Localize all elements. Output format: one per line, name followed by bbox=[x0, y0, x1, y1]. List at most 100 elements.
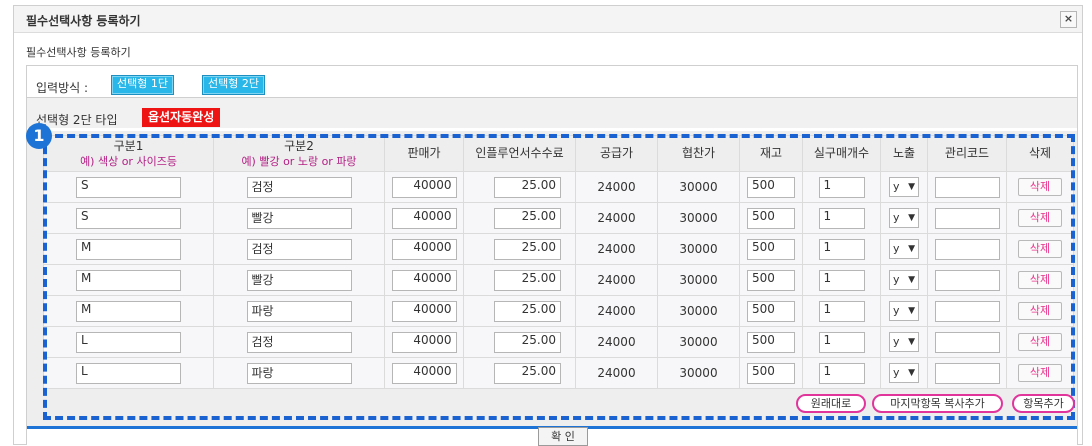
opt1-input[interactable]: M bbox=[76, 269, 181, 291]
price-input[interactable]: 40000 bbox=[391, 362, 457, 384]
cell-price: 40000 bbox=[384, 264, 464, 296]
expose-select[interactable]: y ▼ bbox=[889, 208, 919, 228]
price-input[interactable]: 40000 bbox=[391, 176, 457, 198]
select-type-2-button[interactable]: 선택형 2단 bbox=[202, 75, 265, 95]
stock-input[interactable]: 500 bbox=[747, 331, 795, 353]
delete-button[interactable]: 삭제 bbox=[1018, 271, 1062, 289]
supply-value: 24000 bbox=[575, 295, 658, 327]
cell-expose: y ▼ bbox=[880, 171, 928, 203]
opt2-input[interactable]: 검정 bbox=[246, 331, 352, 353]
min-qty-input[interactable]: 1 bbox=[818, 331, 865, 353]
opt1-input[interactable]: L bbox=[76, 362, 181, 384]
price-input[interactable]: 40000 bbox=[391, 269, 457, 291]
price-input[interactable]: 40000 bbox=[391, 300, 457, 322]
code-input[interactable] bbox=[934, 300, 1000, 322]
cell-delete: 삭제 bbox=[1006, 171, 1074, 203]
sponsor-value: 30000 bbox=[657, 357, 740, 389]
add-item-button[interactable]: 항목추가 bbox=[1012, 394, 1075, 413]
cell-stock: 500 bbox=[739, 264, 803, 296]
cell-price: 40000 bbox=[384, 202, 464, 234]
code-input[interactable] bbox=[934, 362, 1000, 384]
table-row: L 검정 40000 25.00 24000 30000 500 1 y ▼ 삭제 bbox=[43, 326, 1074, 358]
cell-opt1: S bbox=[43, 202, 214, 234]
min-qty-input[interactable]: 1 bbox=[818, 362, 865, 384]
cell-code bbox=[927, 171, 1007, 203]
option-table: 구분1 예) 색상 or 사이즈등 구분2 예) 빨강 or 노랑 or 파랑 판매… bbox=[43, 135, 1074, 389]
page-subtitle: 필수선택사항 등록하기 bbox=[26, 46, 131, 59]
stock-input[interactable]: 500 bbox=[747, 300, 795, 322]
cell-opt1: M bbox=[43, 295, 214, 327]
stock-input[interactable]: 500 bbox=[747, 362, 795, 384]
opt2-input[interactable]: 빨강 bbox=[246, 207, 352, 229]
stock-input[interactable]: 500 bbox=[747, 176, 795, 198]
min-qty-input[interactable]: 1 bbox=[818, 269, 865, 291]
fee-input[interactable]: 25.00 bbox=[494, 362, 561, 384]
code-input[interactable] bbox=[934, 331, 1000, 353]
auto-complete-button[interactable]: 옵션자동완성 bbox=[142, 108, 221, 127]
opt2-input[interactable]: 파랑 bbox=[246, 362, 352, 384]
stock-input[interactable]: 500 bbox=[747, 269, 795, 291]
select-type-1-button[interactable]: 선택형 1단 bbox=[111, 75, 174, 95]
close-icon[interactable]: × bbox=[1060, 11, 1077, 28]
cell-opt2: 빨강 bbox=[213, 264, 385, 296]
expose-select[interactable]: y ▼ bbox=[889, 177, 919, 197]
fee-input[interactable]: 25.00 bbox=[494, 238, 561, 260]
stock-input[interactable]: 500 bbox=[747, 238, 795, 260]
delete-button[interactable]: 삭제 bbox=[1018, 364, 1062, 382]
code-input[interactable] bbox=[934, 269, 1000, 291]
min-qty-input[interactable]: 1 bbox=[818, 207, 865, 229]
code-input[interactable] bbox=[934, 207, 1000, 229]
code-input[interactable] bbox=[934, 176, 1000, 198]
reset-button[interactable]: 원래대로 bbox=[796, 394, 866, 413]
fee-input[interactable]: 25.00 bbox=[494, 207, 561, 229]
sponsor-value: 30000 bbox=[657, 326, 740, 358]
code-input[interactable] bbox=[934, 238, 1000, 260]
supply-value: 24000 bbox=[575, 233, 658, 265]
delete-button[interactable]: 삭제 bbox=[1018, 240, 1062, 258]
fee-input[interactable]: 25.00 bbox=[494, 331, 561, 353]
fee-input[interactable]: 25.00 bbox=[494, 176, 561, 198]
price-input[interactable]: 40000 bbox=[391, 207, 457, 229]
expose-select[interactable]: y ▼ bbox=[889, 301, 919, 321]
opt1-input[interactable]: M bbox=[76, 238, 181, 260]
stock-input[interactable]: 500 bbox=[747, 207, 795, 229]
fee-input[interactable]: 25.00 bbox=[494, 269, 561, 291]
cell-delete: 삭제 bbox=[1006, 295, 1074, 327]
opt1-input[interactable]: S bbox=[76, 207, 181, 229]
delete-button[interactable]: 삭제 bbox=[1018, 333, 1062, 351]
header-delete: 삭제 bbox=[1006, 135, 1074, 172]
cell-opt2: 검정 bbox=[213, 326, 385, 358]
fee-input[interactable]: 25.00 bbox=[494, 300, 561, 322]
min-qty-input[interactable]: 1 bbox=[818, 300, 865, 322]
type-row: 선택형 2단 타입 옵션자동완성 bbox=[27, 98, 1077, 128]
cell-min-qty: 1 bbox=[802, 233, 881, 265]
price-input[interactable]: 40000 bbox=[391, 238, 457, 260]
supply-value: 24000 bbox=[575, 171, 658, 203]
expose-select[interactable]: y ▼ bbox=[889, 270, 919, 290]
opt2-input[interactable]: 검정 bbox=[246, 176, 352, 198]
opt2-input[interactable]: 빨강 bbox=[246, 269, 352, 291]
cell-delete: 삭제 bbox=[1006, 264, 1074, 296]
cell-opt1: M bbox=[43, 264, 214, 296]
price-input[interactable]: 40000 bbox=[391, 331, 457, 353]
expose-select[interactable]: y ▼ bbox=[889, 363, 919, 383]
opt2-input[interactable]: 검정 bbox=[246, 238, 352, 260]
confirm-button[interactable]: 확 인 bbox=[538, 427, 588, 446]
option-panel: 입력방식 : 선택형 1단 선택형 2단 선택형 2단 타입 옵션자동완성 1 … bbox=[26, 65, 1078, 446]
cell-stock: 500 bbox=[739, 202, 803, 234]
cell-expose: y ▼ bbox=[880, 326, 928, 358]
cell-opt2: 검정 bbox=[213, 171, 385, 203]
opt1-input[interactable]: M bbox=[76, 300, 181, 322]
delete-button[interactable]: 삭제 bbox=[1018, 302, 1062, 320]
step-badge: 1 bbox=[26, 123, 52, 149]
opt2-input[interactable]: 파랑 bbox=[246, 300, 352, 322]
delete-button[interactable]: 삭제 bbox=[1018, 209, 1062, 227]
opt1-input[interactable]: L bbox=[76, 331, 181, 353]
min-qty-input[interactable]: 1 bbox=[818, 176, 865, 198]
expose-select[interactable]: y ▼ bbox=[889, 332, 919, 352]
delete-button[interactable]: 삭제 bbox=[1018, 178, 1062, 196]
min-qty-input[interactable]: 1 bbox=[818, 238, 865, 260]
opt1-input[interactable]: S bbox=[76, 176, 181, 198]
copy-last-button[interactable]: 마지막항목 복사추가 bbox=[872, 394, 1003, 413]
expose-select[interactable]: y ▼ bbox=[889, 239, 919, 259]
